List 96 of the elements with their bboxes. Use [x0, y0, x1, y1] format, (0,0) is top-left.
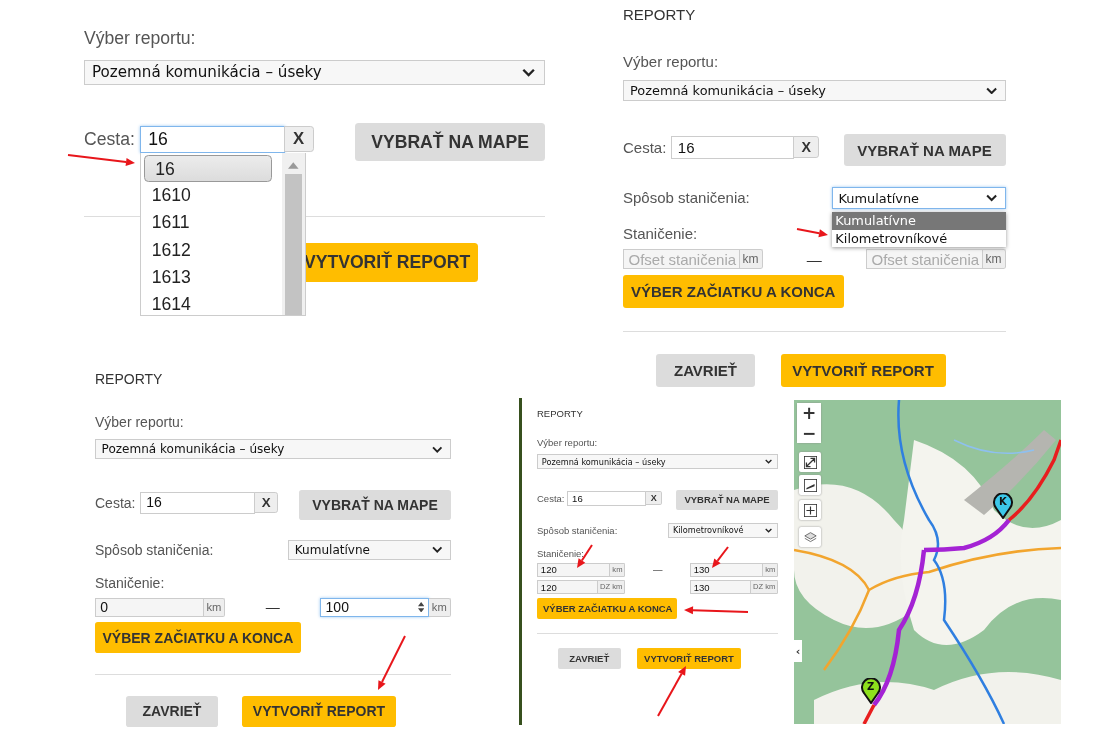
report-select[interactable]: Pozemná komunikácia – úseky	[95, 439, 451, 460]
station-field[interactable]: 120	[537, 563, 611, 577]
clear-button[interactable]: X	[793, 136, 820, 159]
create-report-button[interactable]: VYTVORIŤ REPORT	[636, 648, 742, 669]
select-on-map-button[interactable]: VYBRAŤ NA MAPE	[675, 489, 779, 510]
close-button[interactable]: ZAVRIEŤ	[656, 354, 755, 388]
marker-letter: K	[999, 496, 1007, 508]
road-field[interactable]: 16	[139, 492, 256, 514]
clear-button[interactable]: X	[645, 491, 663, 505]
chevron-icon	[765, 528, 773, 533]
chevron-icon	[432, 546, 443, 554]
field-label: Cesta:	[623, 138, 667, 157]
marker-letter: Z	[867, 681, 875, 693]
unit-label: km	[429, 597, 451, 617]
field-label: Spôsob staničenia:	[95, 541, 214, 559]
field-label: Výber reportu:	[95, 414, 185, 431]
field-label: Výber reportu:	[623, 52, 720, 71]
unit-label: km	[982, 249, 1006, 270]
suggestion-item[interactable]: 1610	[141, 182, 274, 210]
panel-title: REPORTY	[537, 407, 584, 420]
field-label: Výber reportu:	[84, 28, 197, 50]
field-label: Spôsob staničenia:	[623, 189, 750, 207]
pointer-arrow	[684, 606, 749, 615]
field-label: Výber reportu:	[537, 437, 599, 449]
method-select[interactable]: Kumulatívne	[288, 539, 451, 561]
scrollbar[interactable]	[281, 153, 305, 316]
select-range-button[interactable]: VÝBER ZAČIATKU A KONCA	[623, 275, 844, 309]
chevron-icon	[522, 67, 536, 77]
unit-label: km	[203, 597, 226, 617]
report-select[interactable]: Pozemná komunikácia – úseky	[623, 79, 1006, 101]
create-report-button[interactable]: VYTVORIŤ REPORT	[242, 696, 396, 727]
station-field[interactable]: 130	[689, 580, 752, 594]
select-range-button[interactable]: VÝBER ZAČIATKU A KONCA	[95, 622, 301, 653]
create-report-button[interactable]: VYTVORIŤ REPORT	[780, 354, 946, 388]
scroll-thumb[interactable]	[284, 174, 303, 316]
suggestion-item[interactable]: 1614	[141, 291, 274, 316]
collapse-tab[interactable]: ‹	[794, 640, 802, 662]
zoom-out-button[interactable]: −	[797, 423, 821, 443]
fullscreen-button[interactable]	[799, 452, 821, 472]
select-range-button[interactable]: VÝBER ZAČIATKU A KONCA	[537, 597, 677, 619]
suggestion-item[interactable]: 1612	[141, 236, 274, 264]
clear-button[interactable]: X	[254, 492, 279, 513]
clear-button[interactable]: X	[283, 125, 314, 152]
field-label: Staničenie:	[537, 548, 584, 560]
panel-title: REPORTY	[623, 6, 697, 24]
station-field[interactable]: 120	[537, 580, 599, 594]
field-label: Staničenie:	[95, 575, 165, 593]
road-field[interactable]: 16	[140, 125, 285, 153]
pointer-arrow	[657, 666, 686, 717]
expand-icon	[803, 455, 817, 469]
field-label: Staničenie:	[623, 225, 698, 244]
pointer-arrow	[796, 228, 828, 238]
dash-separator: —	[805, 250, 823, 268]
suggestion-item[interactable]: 16	[143, 154, 273, 183]
select-on-map-button[interactable]: VYBRAŤ NA MAPE	[299, 490, 451, 521]
chevron-icon	[985, 86, 997, 94]
chevron-icon	[765, 459, 773, 464]
measure-button[interactable]	[799, 475, 821, 495]
station-field[interactable]: 100	[320, 597, 430, 617]
suggestion-item[interactable]: 1611	[141, 209, 274, 237]
frame-icon	[803, 503, 817, 517]
zoom-in-button[interactable]: +	[797, 403, 821, 423]
chevron-icon	[432, 445, 443, 453]
field-label: Spôsob staničenia:	[537, 524, 618, 537]
station-field[interactable]: 0	[95, 597, 204, 617]
layers-button[interactable]	[799, 527, 821, 547]
suggestion-item[interactable]: 1613	[141, 264, 274, 292]
method-select[interactable]: Kumulatívne	[831, 187, 1006, 209]
panel-title: REPORTY	[95, 370, 164, 388]
field-label: Cesta:	[84, 128, 135, 150]
close-button[interactable]: ZAVRIEŤ	[125, 696, 219, 727]
chevron-icon	[985, 194, 997, 202]
layers-icon	[803, 530, 817, 544]
method-select[interactable]: Kilometrovníkové	[668, 523, 779, 538]
arrow-up-icon	[288, 162, 299, 169]
field-label: Cesta:	[537, 492, 565, 505]
report-select[interactable]: Pozemná komunikácia – úseky	[84, 59, 546, 85]
dash-separator: —	[264, 599, 281, 616]
station-field[interactable]: 130	[689, 563, 764, 577]
field-label: Cesta:	[95, 494, 136, 512]
road-field[interactable]: 16	[670, 136, 795, 160]
report-select[interactable]: Pozemná komunikácia – úseky	[537, 454, 779, 469]
road-field[interactable]: 16	[567, 491, 647, 507]
dropdown-option[interactable]: Kilometrovníkové	[831, 229, 1006, 248]
select-on-map-button[interactable]: VYBRAŤ NA MAPE	[355, 123, 546, 162]
dash-separator: —	[651, 564, 664, 576]
spinner-icon	[417, 601, 424, 613]
close-button[interactable]: ZAVRIEŤ	[557, 648, 621, 669]
pointer-arrow	[378, 635, 406, 690]
dropdown-option[interactable]: Kumulatívne	[831, 212, 1006, 230]
ruler-icon	[803, 478, 817, 492]
extent-button[interactable]	[799, 500, 821, 520]
pointer-arrow	[67, 154, 135, 166]
unit-label: km	[739, 249, 763, 270]
select-on-map-button[interactable]: VYBRAŤ NA MAPE	[843, 134, 1006, 167]
pointer-arrow	[712, 546, 729, 568]
